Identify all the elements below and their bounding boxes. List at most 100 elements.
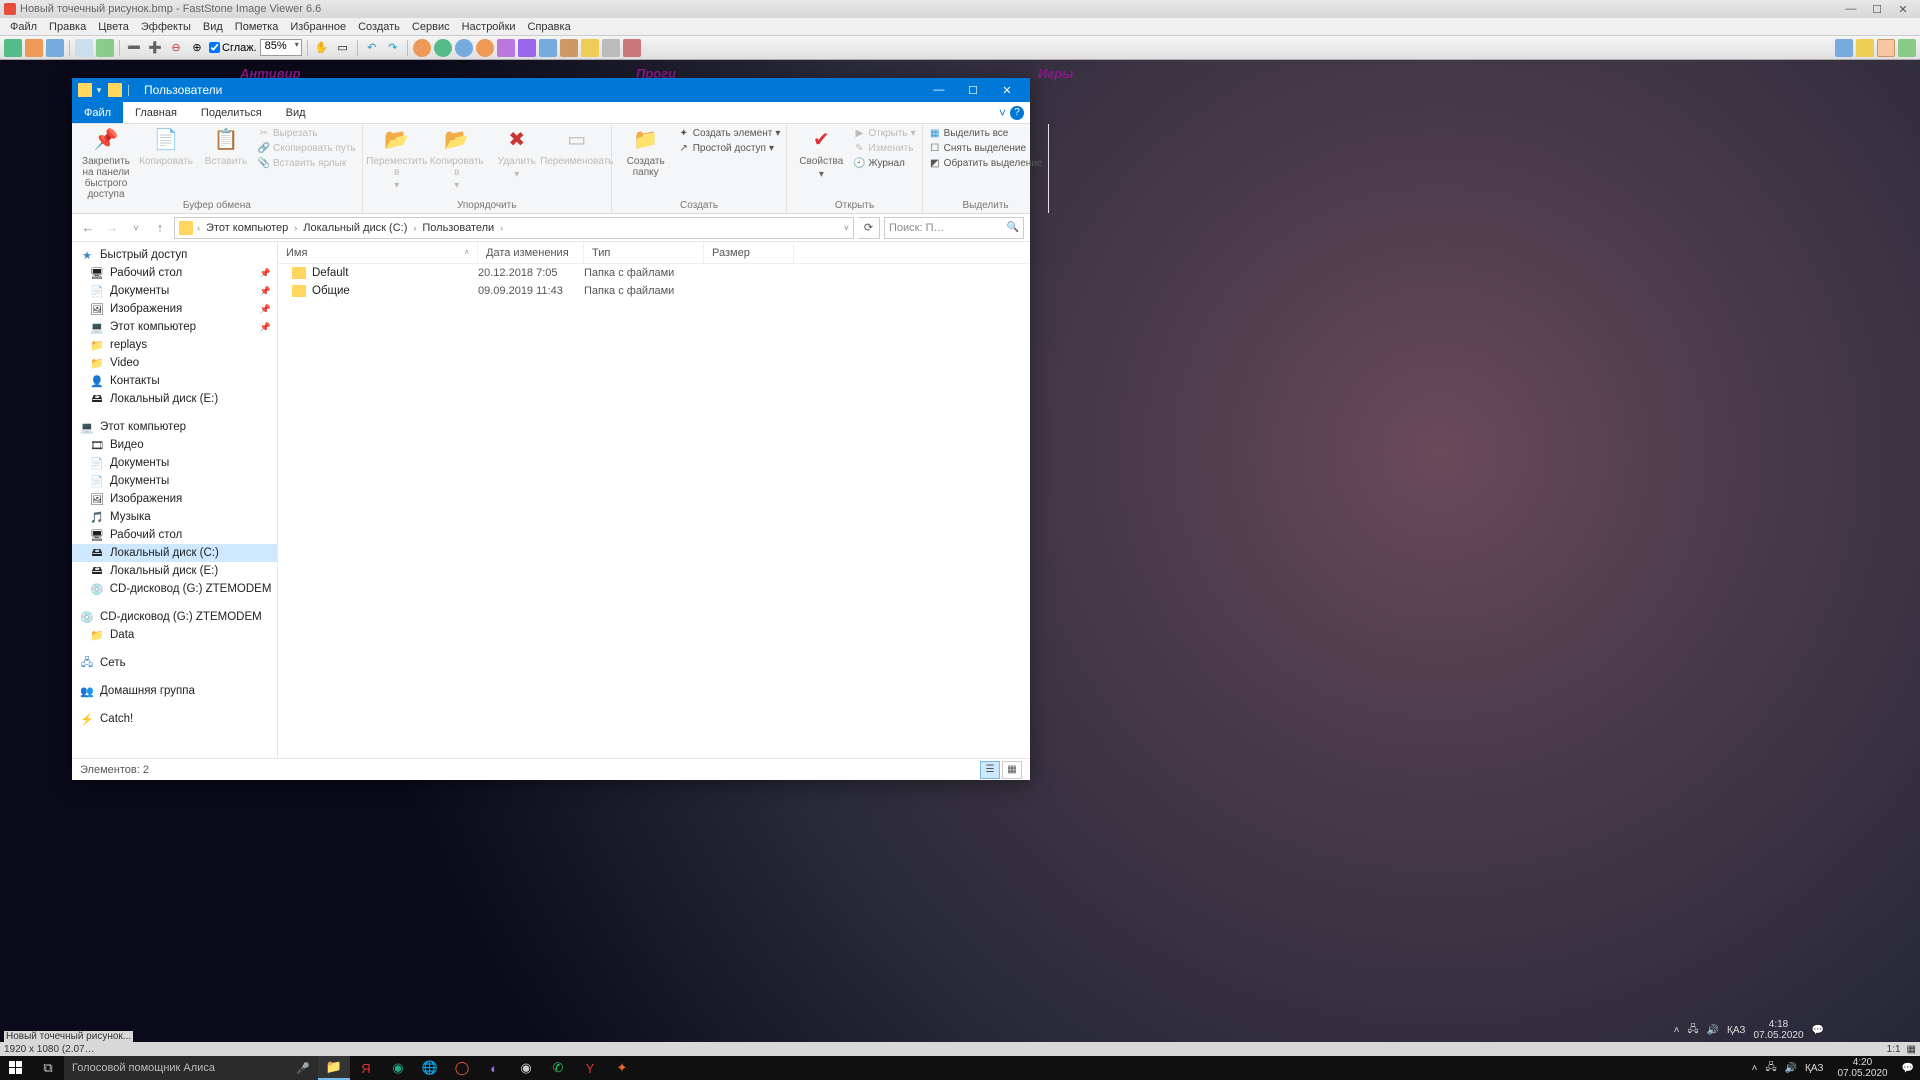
alisa-search[interactable]: Голосовой помощник Алиса🎤: [64, 1056, 318, 1080]
chevron-right-icon[interactable]: ›: [411, 223, 418, 233]
menu-settings[interactable]: Настройки: [456, 21, 522, 33]
menu-favorites[interactable]: Избранное: [284, 21, 352, 33]
email-icon[interactable]: [560, 39, 578, 57]
copy-path-button[interactable]: 🔗Скопировать путь: [258, 141, 356, 155]
edit-button[interactable]: ✎Изменить: [853, 141, 915, 155]
nav-network[interactable]: 🖧Сеть: [72, 654, 277, 672]
cut-button[interactable]: ✂Вырезать: [258, 126, 356, 140]
breadcrumb[interactable]: › Этот компьютер › Локальный диск (C:) ›…: [174, 217, 854, 239]
select-icon[interactable]: ▭: [334, 39, 352, 57]
tray-chevron-icon[interactable]: ˄: [1674, 1025, 1680, 1036]
nav-item[interactable]: 👤Контакты: [72, 372, 277, 390]
nav-item[interactable]: 💿CD-дисковод (G:) ZTEMODEM: [72, 580, 277, 598]
taskbar-yandex-icon[interactable]: Я: [350, 1056, 382, 1080]
tool5-icon[interactable]: [497, 39, 515, 57]
tab-file[interactable]: Файл: [72, 102, 123, 123]
col-date[interactable]: Дата изменения: [478, 242, 584, 263]
move-to-button[interactable]: 📂Переместить в▾: [369, 126, 425, 191]
refresh-button[interactable]: ⟳: [858, 217, 880, 239]
menu-create[interactable]: Создать: [352, 21, 406, 33]
nav-item[interactable]: 🖼Изображения: [72, 490, 277, 508]
tray-volume-icon[interactable]: 🔊: [1707, 1025, 1719, 1036]
settings-icon[interactable]: [623, 39, 641, 57]
nav-item[interactable]: 📄Документы📌: [72, 282, 277, 300]
crumb-c[interactable]: Локальный диск (C:): [301, 222, 409, 234]
tab-view[interactable]: Вид: [274, 102, 318, 123]
crumb-dropdown-icon[interactable]: ˅: [844, 223, 849, 233]
open-icon[interactable]: [4, 39, 22, 57]
nav-catch[interactable]: ⚡Catch!: [72, 710, 277, 728]
menu-tag[interactable]: Пометка: [229, 21, 285, 33]
table-row[interactable]: Default20.12.2018 7:05Папка с файлами: [278, 264, 1030, 282]
nav-item[interactable]: 🖼Изображения📌: [72, 300, 277, 318]
menu-service[interactable]: Сервис: [406, 21, 456, 33]
nav-cd[interactable]: 💿CD-дисковод (G:) ZTEMODEM: [72, 608, 277, 626]
tray-network-icon[interactable]: 🖧: [1765, 1060, 1776, 1077]
tray-volume-icon[interactable]: 🔊: [1785, 1063, 1797, 1074]
inner-clock[interactable]: 4:1807.05.2020: [1753, 1019, 1803, 1041]
menu-view[interactable]: Вид: [197, 21, 229, 33]
chevron-right-icon[interactable]: ›: [195, 223, 202, 233]
nav-data[interactable]: 📁Data: [72, 626, 277, 644]
nav-item[interactable]: 📄Документы: [72, 454, 277, 472]
recent-locations-button[interactable]: ˅: [126, 218, 146, 238]
zoom-actual-icon[interactable]: ⊖: [167, 39, 185, 57]
pin-button[interactable]: 📌Закрепить на панели быстрого доступа: [78, 126, 134, 200]
fit-icon[interactable]: [96, 39, 114, 57]
menu-effects[interactable]: Эффекты: [135, 21, 197, 33]
nav-item[interactable]: 🖴Локальный диск (C:): [72, 544, 277, 562]
details-view-button[interactable]: ☰: [980, 761, 1000, 779]
view4-icon[interactable]: [1898, 39, 1916, 57]
delete-button[interactable]: ✖Удалить▾: [489, 126, 545, 180]
ribbon-help[interactable]: ˅?: [993, 102, 1030, 123]
view2-icon[interactable]: [1856, 39, 1874, 57]
zoom-combo[interactable]: 85%: [260, 39, 302, 56]
table-row[interactable]: Общие09.09.2019 11:43Папка с файлами: [278, 282, 1030, 300]
nav-pane[interactable]: ★Быстрый доступ 🖥Рабочий стол📌📄Документы…: [72, 242, 278, 758]
start-button[interactable]: [0, 1061, 32, 1075]
rotate-right-icon[interactable]: ↷: [384, 39, 402, 57]
taskbar-app1-icon[interactable]: ◉: [382, 1056, 414, 1080]
zoom-out-icon[interactable]: ➖: [125, 39, 143, 57]
tool2-icon[interactable]: [434, 39, 452, 57]
nav-item[interactable]: 📄Документы: [72, 472, 277, 490]
menu-colors[interactable]: Цвета: [92, 21, 135, 33]
clock[interactable]: 4:2007.05.2020: [1831, 1057, 1893, 1079]
properties-button[interactable]: ✔Свойства▾: [793, 126, 849, 180]
print-icon[interactable]: [602, 39, 620, 57]
invert-selection-button[interactable]: ◩Обратить выделение: [929, 156, 1043, 170]
nav-item[interactable]: 📁replays: [72, 336, 277, 354]
nav-quick-access[interactable]: ★Быстрый доступ: [72, 246, 277, 264]
taskbar-whatsapp-icon[interactable]: ✆: [542, 1056, 574, 1080]
tray-chevron-icon[interactable]: ˄: [1752, 1063, 1758, 1074]
menu-help[interactable]: Справка: [522, 21, 577, 33]
nav-item[interactable]: 🎵Музыка: [72, 508, 277, 526]
batch-icon[interactable]: [581, 39, 599, 57]
view1-icon[interactable]: [1835, 39, 1853, 57]
save-icon[interactable]: [46, 39, 64, 57]
nav-item[interactable]: 🖴Локальный диск (E:): [72, 562, 277, 580]
copy-to-button[interactable]: 📂Копировать в▾: [429, 126, 485, 191]
nav-item[interactable]: 🖴Локальный диск (E:): [72, 390, 277, 408]
up-button[interactable]: ↑: [150, 218, 170, 238]
rename-button[interactable]: ▭Переименовать: [549, 126, 605, 167]
nav-this-pc[interactable]: 💻Этот компьютер: [72, 418, 277, 436]
taskbar-app4-icon[interactable]: ✦: [606, 1056, 638, 1080]
nav-item[interactable]: 🎞Видео: [72, 436, 277, 454]
nav-item[interactable]: 📁Video: [72, 354, 277, 372]
back-button[interactable]: ←: [78, 218, 98, 238]
smooth-checkbox[interactable]: Сглаж.: [209, 42, 257, 54]
select-none-button[interactable]: ☐Снять выделение: [929, 141, 1043, 155]
rotate-left-icon[interactable]: ↶: [363, 39, 381, 57]
new-item-button[interactable]: ✦Создать элемент ▾: [678, 126, 781, 140]
tab-share[interactable]: Поделиться: [189, 102, 274, 123]
fullscreen-icon[interactable]: [75, 39, 93, 57]
tray-notification-icon[interactable]: 💬: [1812, 1025, 1824, 1036]
hand-icon[interactable]: ✋: [313, 39, 331, 57]
taskbar-app3-icon[interactable]: ◐: [478, 1056, 510, 1080]
explorer-minimize-button[interactable]: —: [922, 84, 956, 97]
zoom-in-icon[interactable]: ➕: [146, 39, 164, 57]
nav-item[interactable]: 🖥Рабочий стол: [72, 526, 277, 544]
taskbar-steam-icon[interactable]: ◉: [510, 1056, 542, 1080]
tool4-icon[interactable]: [476, 39, 494, 57]
